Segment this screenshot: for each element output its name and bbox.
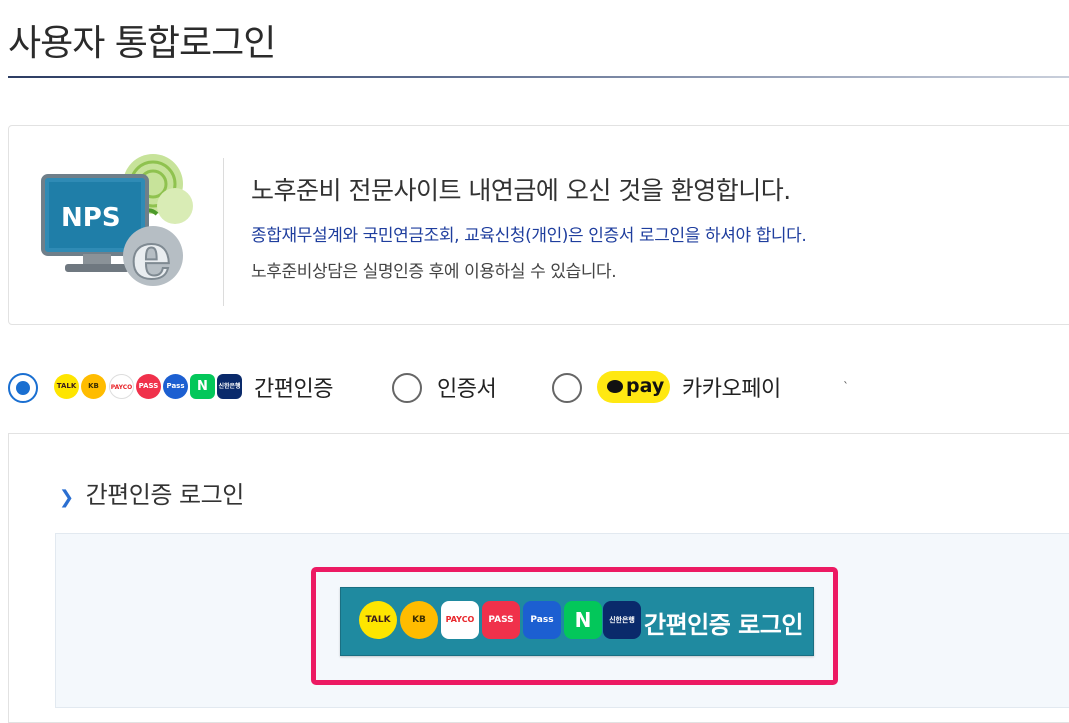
pass-icon: PASS	[136, 374, 161, 399]
samsung-pass-icon: Pass	[163, 374, 188, 399]
kb-icon: KB	[81, 374, 106, 399]
payco-icon: PAYCO	[109, 374, 134, 399]
stray-mark: ˋ	[843, 380, 849, 394]
kakaotalk-icon: TALK	[54, 374, 79, 399]
welcome-subtext: 노후준비상담은 실명인증 후에 이용하실 수 있습니다.	[251, 262, 617, 282]
login-method-selector: TALK KB PAYCO PASS Pass N 신한은행 간편인증 인증서 …	[0, 364, 1069, 410]
samsung-pass-icon: Pass	[523, 601, 561, 639]
pass-icon: PASS	[482, 601, 520, 639]
welcome-title: 노후준비 전문사이트 내연금에 오신 것을 환영합니다.	[251, 176, 791, 205]
speech-bubble-icon	[607, 380, 623, 393]
kakaopay-badge-text: pay	[626, 375, 665, 397]
radio-certificate[interactable]	[392, 373, 422, 403]
welcome-notice: 종합재무설계와 국민연금조회, 교육신청(개인)은 인증서 로그인을 하셔야 합…	[251, 226, 807, 246]
nps-logo: NPS e	[41, 154, 193, 294]
kakaopay-label[interactable]: 카카오페이	[682, 371, 781, 403]
shinhan-icon: 신한은행	[603, 601, 641, 639]
chevron-right-icon: ❯	[59, 487, 74, 508]
kb-icon: KB	[400, 601, 438, 639]
welcome-box: NPS e 노후준비 전문사이트 내연금에 오신 것을 환영합니다. 종합재무설…	[8, 125, 1069, 325]
page-title: 사용자 통합로그인	[8, 23, 276, 64]
radio-kakaopay[interactable]	[552, 373, 582, 403]
svg-text:e: e	[131, 219, 172, 294]
radio-simple-auth[interactable]	[8, 373, 38, 403]
section-title-text: 간편인증 로그인	[85, 481, 245, 509]
welcome-divider	[223, 158, 224, 306]
shinhan-icon: 신한은행	[217, 374, 242, 399]
certificate-label[interactable]: 인증서	[437, 371, 497, 403]
title-divider	[8, 76, 1069, 78]
naver-icon: N	[564, 601, 602, 639]
svg-text:NPS: NPS	[61, 203, 121, 233]
section-title: ❯ 간편인증 로그인	[59, 475, 244, 510]
kakaotalk-icon: TALK	[359, 601, 397, 639]
simple-auth-login-button[interactable]: TALK KB PAYCO PASS Pass N 신한은행 간편인증 로그인	[340, 587, 814, 656]
simple-auth-label[interactable]: 간편인증	[254, 371, 333, 403]
naver-icon: N	[190, 374, 215, 399]
kakaopay-badge: pay	[597, 371, 670, 403]
payco-icon: PAYCO	[441, 601, 479, 639]
login-button-label: 간편인증 로그인	[644, 611, 803, 639]
